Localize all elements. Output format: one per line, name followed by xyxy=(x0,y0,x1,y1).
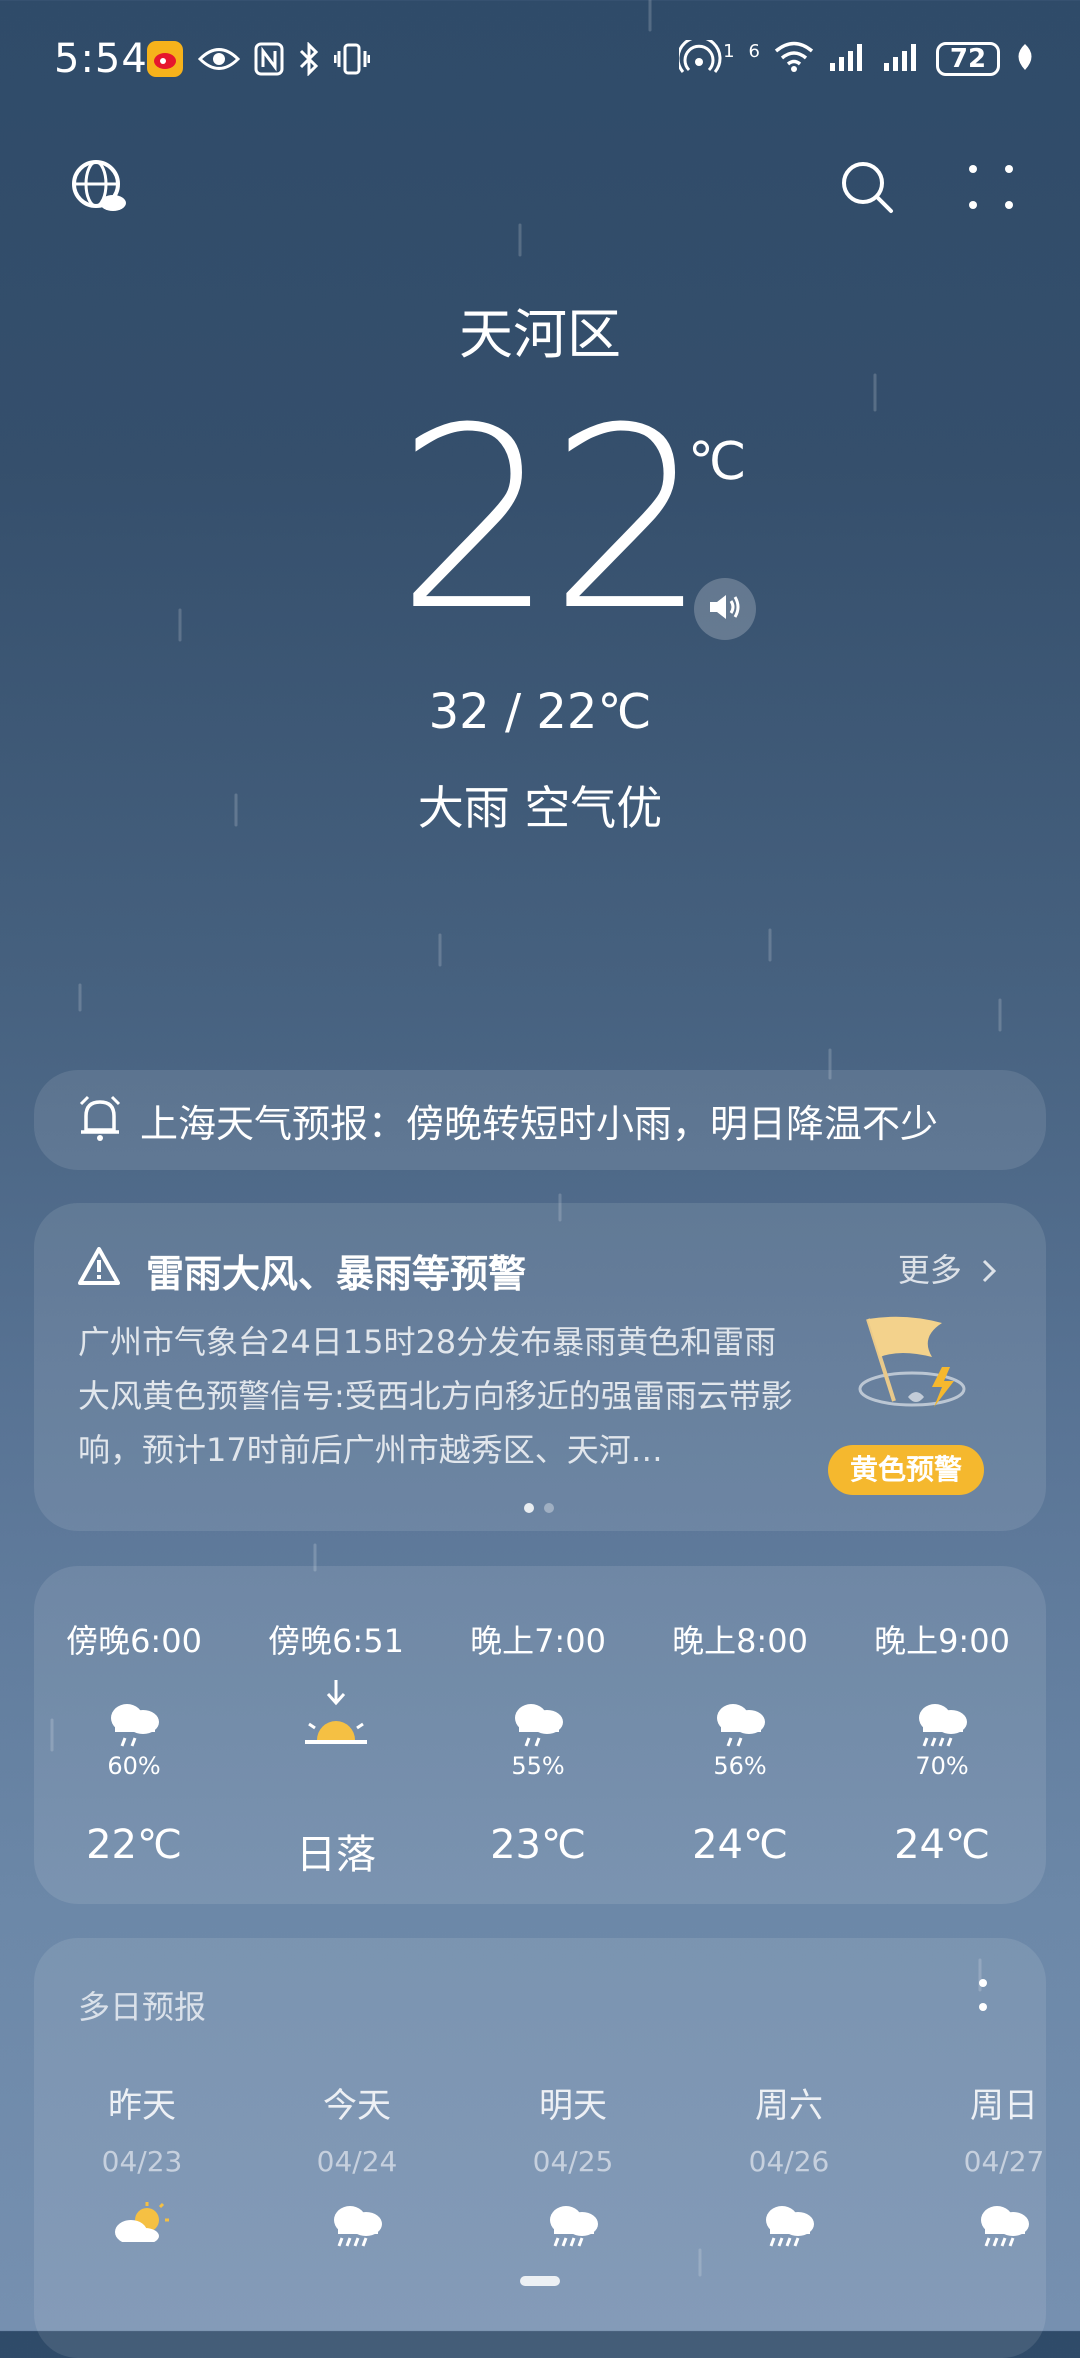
day-item: 昨天 04/23 xyxy=(62,2078,222,2246)
heavy-rain-cloud-icon xyxy=(544,2202,602,2252)
day-name: 周日 xyxy=(970,2086,1038,2126)
voice-broadcast-button[interactable] xyxy=(694,578,756,640)
alarm-bell-icon xyxy=(78,1094,122,1146)
heavy-rain-cloud-icon xyxy=(328,2202,386,2252)
heavy-rain-cloud-icon xyxy=(913,1698,971,1752)
weather-notice-card[interactable]: 上海天气预报：傍晚转短时小雨，明日降温不少 xyxy=(34,1070,1046,1170)
warning-body: 广州市气象台24日15时28分发布暴雨黄色和雷雨大风黄色预警信号:受西北方向移近… xyxy=(78,1323,793,1469)
more-dots-icon xyxy=(969,165,1013,213)
sim-label-2: 6 xyxy=(748,40,760,62)
day-date: 04/24 xyxy=(316,2145,398,2178)
signal-1-icon xyxy=(828,41,868,77)
hourly-item: 傍晚6:51 日落 xyxy=(236,1566,436,1880)
day-name: 今天 xyxy=(323,2086,391,2126)
storm-flag-icon xyxy=(850,1311,970,1435)
hourly-temp: 24℃ xyxy=(692,1822,788,1868)
rain-cloud-icon xyxy=(105,1698,163,1752)
eye-icon xyxy=(197,44,241,78)
hourly-temp: 24℃ xyxy=(894,1822,990,1868)
bluetooth-icon xyxy=(298,41,320,80)
hourly-temp: 日落 xyxy=(296,1832,376,1878)
city-manage-button[interactable] xyxy=(64,154,134,224)
temperature-range: 32 / 22℃ xyxy=(428,684,652,740)
globe-cloud-icon xyxy=(69,157,129,221)
hotspot-icon xyxy=(676,35,723,78)
more-label: 更多 xyxy=(897,1251,962,1289)
location-name: 天河区 xyxy=(459,303,621,366)
hourly-precip: 60% xyxy=(107,1752,161,1780)
warning-title: 雷雨大风、暴雨等预警 xyxy=(146,1252,527,1296)
multi-day-forecast-card[interactable]: 多日预报 昨天 04/23 今天 04/24 明天 04/25 周六 04/26… xyxy=(34,1938,1046,2358)
day-date: 04/26 xyxy=(748,2145,830,2178)
search-icon xyxy=(839,159,895,219)
day-name: 昨天 xyxy=(108,2086,176,2126)
day-item: 周日 04/27 xyxy=(924,2078,1080,2252)
status-bar: 5:54 1 6 72 xyxy=(0,0,1080,125)
hourly-item: 傍晚6:00 60% 22℃ xyxy=(34,1566,234,1868)
hourly-time: 晚上8:00 xyxy=(672,1622,808,1660)
notice-text: 上海天气预报：傍晚转短时小雨，明日降温不少 xyxy=(140,1101,939,1146)
hourly-time: 晚上7:00 xyxy=(470,1622,606,1660)
hourly-time: 傍晚6:00 xyxy=(66,1622,202,1660)
current-temperature: 22 xyxy=(396,374,708,665)
hourly-item: 晚上9:00 70% 24℃ xyxy=(842,1566,1042,1868)
day-item: 明天 04/25 xyxy=(493,2078,653,2252)
hourly-precip: 55% xyxy=(511,1752,565,1780)
hourly-item: 晚上8:00 56% 24℃ xyxy=(640,1566,840,1868)
battery-indicator: 72 xyxy=(936,42,1000,76)
hourly-forecast-card[interactable]: 傍晚6:00 60% 22℃ 傍晚6:51 日落 晚上7:00 55% 23℃ … xyxy=(34,1566,1046,1904)
signal-2-icon xyxy=(882,41,922,77)
day-name: 周六 xyxy=(755,2086,823,2126)
day-date: 04/27 xyxy=(963,2145,1045,2178)
vibrate-icon xyxy=(333,42,371,80)
search-button[interactable] xyxy=(832,154,902,224)
multi-day-title: 多日预报 xyxy=(78,1988,207,2026)
rain-cloud-icon xyxy=(711,1698,769,1752)
hourly-precip xyxy=(236,1752,436,1782)
partly-cloudy-icon xyxy=(107,2202,177,2246)
multi-day-menu-button[interactable] xyxy=(978,1978,988,2016)
rain-cloud-icon xyxy=(509,1698,567,1752)
hourly-item: 晚上7:00 55% 23℃ xyxy=(438,1566,638,1868)
nfc-icon xyxy=(254,42,284,80)
home-indicator[interactable] xyxy=(520,2276,560,2286)
weather-condition: 大雨 空气优 xyxy=(417,781,663,835)
hourly-temp: 22℃ xyxy=(86,1822,182,1868)
temperature-unit: ℃ xyxy=(688,432,747,492)
sim-label-1: 1 xyxy=(723,40,735,62)
leaf-icon xyxy=(1014,42,1036,76)
heavy-rain-cloud-icon xyxy=(760,2202,818,2252)
warning-level-badge: 黄色预警 xyxy=(828,1445,984,1495)
chevron-right-icon xyxy=(972,1251,998,1289)
speaker-icon xyxy=(708,592,742,626)
day-item: 周六 04/26 xyxy=(709,2078,869,2252)
day-date: 04/25 xyxy=(532,2145,614,2178)
day-date: 04/23 xyxy=(101,2145,183,2178)
vertical-dots-icon xyxy=(978,1979,988,2016)
hourly-precip: 56% xyxy=(713,1752,767,1780)
hourly-time: 傍晚6:51 xyxy=(268,1622,404,1660)
day-name: 明天 xyxy=(539,2086,607,2126)
day-item: 今天 04/24 xyxy=(277,2078,437,2252)
wifi-icon xyxy=(774,41,814,77)
more-options-button[interactable] xyxy=(956,154,1026,224)
weibo-notification-icon xyxy=(146,40,184,82)
weather-warning-card[interactable]: 雷雨大风、暴雨等预警 更多 广州市气象台24日15时28分发布暴雨黄色和雷雨大风… xyxy=(34,1203,1046,1531)
heavy-rain-cloud-icon xyxy=(975,2202,1033,2252)
hourly-temp: 23℃ xyxy=(490,1822,586,1868)
sunset-icon xyxy=(303,1678,369,1752)
hourly-time: 晚上9:00 xyxy=(874,1622,1010,1660)
hourly-precip: 70% xyxy=(915,1752,969,1780)
status-time: 5:54 xyxy=(54,36,148,82)
page-indicator xyxy=(524,1503,554,1513)
warning-more-link[interactable]: 更多 xyxy=(898,1245,998,1291)
warning-triangle-icon xyxy=(78,1247,120,1289)
